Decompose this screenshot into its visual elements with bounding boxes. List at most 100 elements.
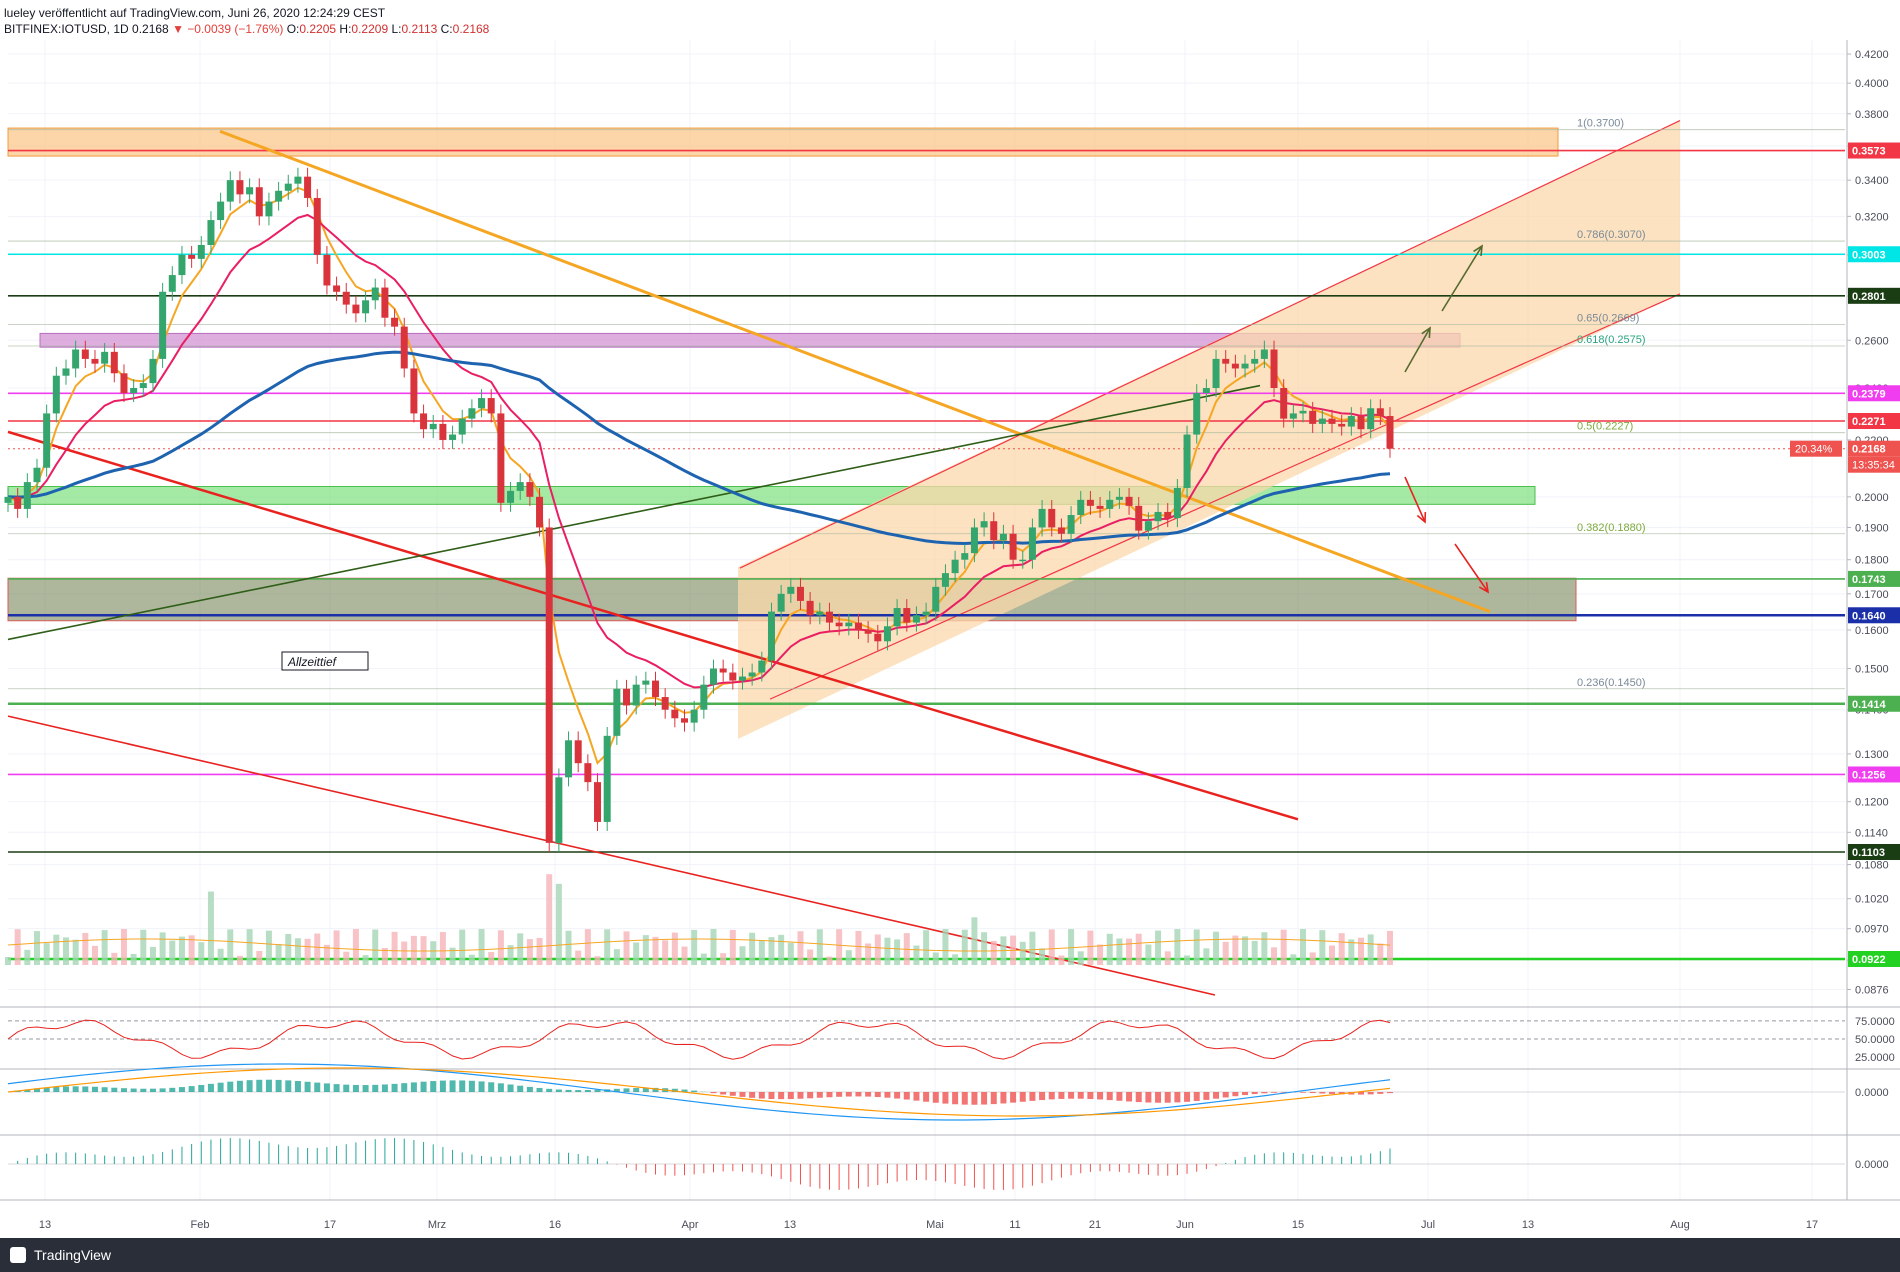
y-tick-label: 0.2000: [1855, 492, 1889, 504]
volume-bar: [53, 934, 60, 965]
volume-bar: [1155, 930, 1162, 965]
y-tick-label: 0.1140: [1855, 827, 1888, 839]
volume-bar: [894, 939, 901, 965]
candle-body: [845, 622, 853, 627]
candle-body: [207, 220, 215, 245]
candle-body: [255, 187, 263, 217]
volume-bar: [14, 929, 21, 965]
candle-body: [507, 490, 515, 503]
candle-body: [139, 383, 147, 389]
candle-body: [1057, 527, 1065, 534]
macd-histogram-bar: [91, 1086, 98, 1092]
level-badge-label: 0.3003: [1852, 249, 1886, 261]
candle-body: [1251, 358, 1259, 364]
macd-histogram-bar: [149, 1088, 156, 1092]
macd-histogram-bar: [1116, 1092, 1123, 1101]
macd-histogram-bar: [294, 1081, 301, 1092]
macd-histogram-bar: [82, 1086, 89, 1092]
candle-body: [652, 680, 660, 698]
macd-histogram-bar: [111, 1087, 118, 1092]
candle-body: [23, 482, 31, 509]
macd-histogram-bar: [1135, 1092, 1142, 1103]
macd-histogram-bar: [1261, 1092, 1268, 1094]
candle-body: [961, 553, 969, 560]
candle-body: [1386, 416, 1394, 449]
footer-brand: TradingView: [34, 1247, 112, 1263]
level-badge-label: 0.2801: [1852, 291, 1886, 303]
candle-body: [613, 688, 621, 736]
y-tick-label: 0.1300: [1855, 749, 1889, 761]
macd-histogram-bar: [816, 1092, 823, 1098]
low-value: 0.2113: [401, 22, 438, 36]
candle-body: [217, 201, 225, 221]
macd-histogram-bar: [459, 1080, 466, 1092]
y-tick-label: 0.0970: [1855, 924, 1889, 936]
percent-badge-label: 20.34%: [1795, 444, 1833, 456]
volume-bar: [178, 936, 185, 965]
candle-body: [275, 190, 283, 202]
macd-histogram-bar: [720, 1092, 727, 1095]
macd-histogram-bar: [836, 1092, 843, 1097]
candle-body: [565, 740, 573, 778]
candle-body: [130, 388, 138, 394]
chart-canvas[interactable]: 1(0.3700) 0.786(0.3070) 0.65(0.2669) 0.618(…: [0, 40, 1900, 1238]
volume-bar: [584, 929, 591, 965]
candle-body: [574, 740, 582, 764]
volume-bar: [710, 929, 717, 965]
candle-body: [1048, 508, 1056, 528]
candle-body: [333, 285, 341, 292]
x-tick-label: Jul: [1421, 1219, 1435, 1231]
macd-histogram-bar: [536, 1087, 543, 1092]
candle-body: [1019, 559, 1027, 562]
volume-bar: [401, 941, 408, 965]
volume-bar: [604, 929, 611, 965]
macd-histogram-bar: [1377, 1092, 1384, 1094]
macd-histogram-bar: [323, 1083, 330, 1092]
candle-body: [903, 608, 911, 623]
volume-bar: [1329, 945, 1336, 965]
candle-body: [110, 351, 118, 374]
macd-histogram-bar: [1058, 1092, 1065, 1099]
volume-bar: [1019, 941, 1026, 965]
high-value: 0.2209: [351, 22, 389, 36]
volume-bar: [207, 891, 214, 965]
candle-body: [758, 660, 766, 673]
candle-body: [1289, 413, 1297, 419]
macd-histogram-bar: [391, 1083, 398, 1092]
candle-body: [487, 398, 495, 414]
volume-bar: [1261, 932, 1268, 965]
volume-bar: [82, 932, 89, 965]
candle-body: [178, 254, 186, 276]
macd-histogram-bar: [565, 1089, 572, 1092]
fib-label-6: 0.236(0.1450): [1577, 677, 1646, 689]
volume-bar: [1193, 929, 1200, 965]
candle-body: [893, 608, 901, 627]
candle-body: [1086, 499, 1094, 506]
candle-body: [864, 630, 872, 634]
macd-histogram-bar: [159, 1088, 166, 1092]
volume-bar: [952, 954, 959, 965]
volume-bar: [1203, 948, 1210, 965]
close-label: C:: [440, 22, 453, 36]
volume-bar: [1164, 951, 1171, 965]
y-tick-label: 0.1900: [1855, 522, 1889, 534]
candle-body: [33, 467, 41, 483]
volume-bar: [169, 940, 176, 965]
volume-bar: [1232, 935, 1239, 965]
volume-bar: [1309, 952, 1316, 965]
volume-bar: [275, 944, 282, 965]
symbol-name[interactable]: BITFINEX:IOTUSD, 1D: [4, 22, 129, 36]
macd-histogram-bar: [246, 1080, 253, 1092]
macd-histogram-bar: [1068, 1092, 1075, 1099]
candle-body: [72, 349, 80, 369]
volume-bar: [265, 930, 272, 965]
macd-histogram-bar: [787, 1092, 794, 1100]
candle-body: [700, 684, 708, 710]
candle-body: [1357, 416, 1365, 430]
level-badge-label: 0.2379: [1852, 388, 1886, 400]
volume-bar: [855, 930, 862, 965]
volume-bar: [111, 952, 118, 965]
countdown-label: 13:35:34: [1852, 460, 1895, 472]
volume-bar: [913, 945, 920, 965]
candle-body: [999, 533, 1007, 541]
